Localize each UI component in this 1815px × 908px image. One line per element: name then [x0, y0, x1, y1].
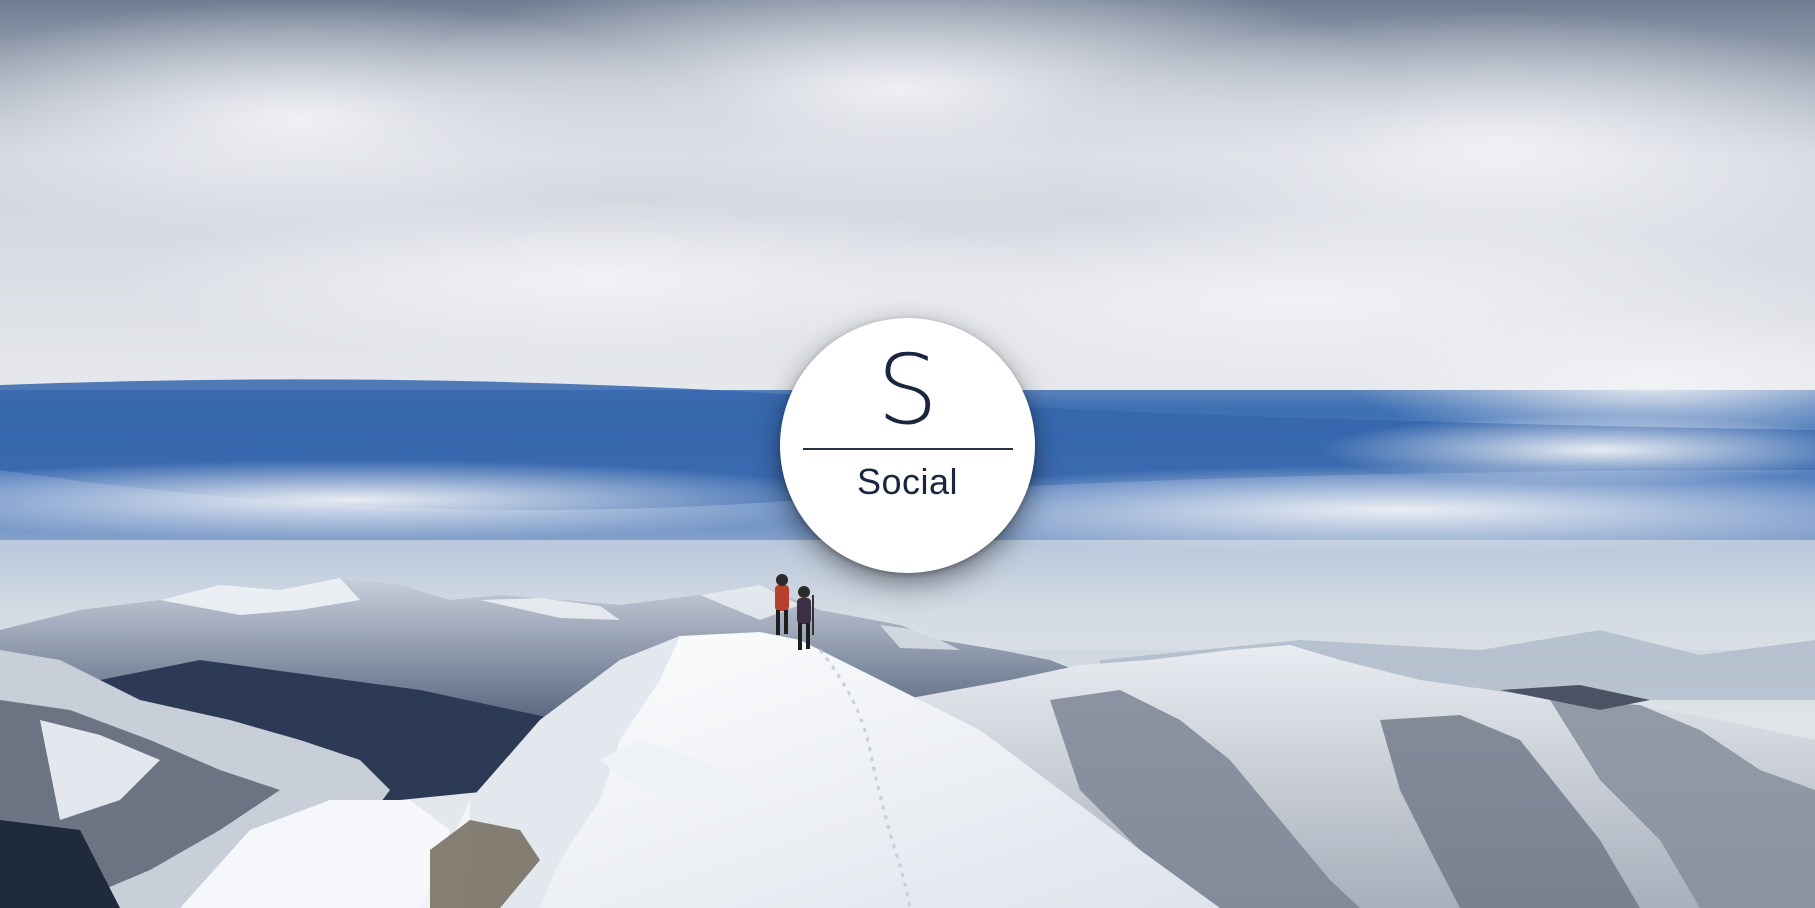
logo-divider — [802, 448, 1013, 450]
logo-wordmark: Social — [856, 461, 959, 502]
logo-letter: S — [877, 334, 938, 446]
social-logo-badge[interactable]: S Social — [780, 318, 1035, 573]
